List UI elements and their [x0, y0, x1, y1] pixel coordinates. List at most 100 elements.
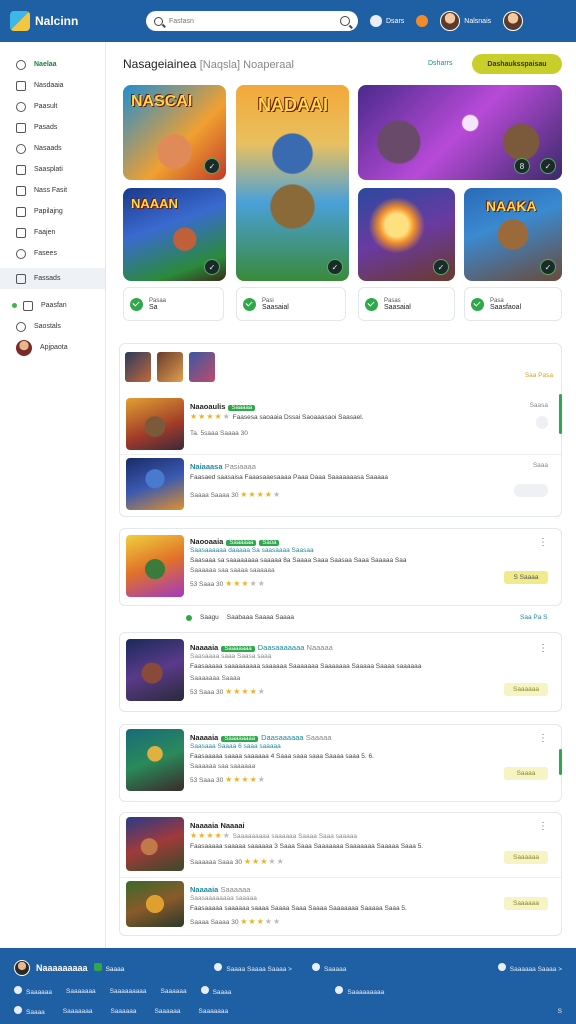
kebab-icon[interactable]: ⋮: [538, 822, 548, 832]
stat-card-3[interactable]: Pasas Saasaial: [358, 287, 455, 321]
stat-card-4[interactable]: Pasa Saasfaoal: [464, 287, 562, 321]
kebab-icon[interactable]: ⋮: [538, 734, 548, 744]
game-thumbnail: [126, 729, 184, 791]
footer-nav-3[interactable]: Saaaaaaaaa: [110, 988, 147, 995]
status-dot-icon: [186, 614, 192, 621]
kebab-icon[interactable]: ⋮: [538, 538, 548, 548]
settings-icon: [16, 321, 26, 332]
footer-nav-6[interactable]: Saaaaaaaaa: [335, 986, 384, 996]
list-group-5: Naaaaia Naaaai ★★★★★ Saaaaaaaaa saaaaaa …: [119, 812, 562, 936]
game-thumbnail: [126, 535, 184, 597]
game-thumbnail: [126, 881, 184, 927]
header-item-1[interactable]: Dsars: [370, 15, 404, 27]
profile-item[interactable]: Nalsnais: [440, 11, 491, 31]
stat-card-2[interactable]: Pasi Saasaial: [236, 287, 346, 321]
logo[interactable]: Nalcinn: [10, 11, 130, 31]
action-button[interactable]: Saaaaaa: [504, 897, 548, 910]
sidebar-item-5[interactable]: Saasplati: [0, 159, 105, 180]
check-icon: [130, 297, 143, 311]
rating-stars: ★★★★★: [190, 412, 231, 421]
sidebar-item-8[interactable]: Faajen: [0, 222, 105, 243]
list-row-3[interactable]: Naooaaia Saaaaaa Saoa Saasaaaaaa daaaaa Sa…: [126, 533, 556, 599]
sidebar-item-12[interactable]: Saostals: [0, 316, 105, 337]
mini-thumb-3[interactable]: [189, 352, 215, 382]
see-all-link[interactable]: Saa Pasa: [525, 372, 553, 379]
flag-icon: [23, 300, 33, 311]
action-button[interactable]: [514, 484, 548, 497]
action-button[interactable]: Saaaaaa: [504, 683, 548, 696]
featured-tile-5[interactable]: ✓: [358, 188, 455, 281]
list-row-4[interactable]: Naaaaia Saaaaaaa Daasaaaaaaa Naaaaa Saasaa…: [126, 639, 556, 705]
mini-thumb-2[interactable]: [157, 352, 183, 382]
list-group-1: Saa Pasa Naaoaulis Saaaaa ★★★★★ Faasesa s…: [119, 343, 562, 517]
footer-link-1[interactable]: Saaaa Saaaa Saaaa >: [214, 963, 292, 973]
notification-button[interactable]: [416, 15, 429, 27]
list-row-2[interactable]: Naiaaasa Pasiaaaa Faasaed saasaisa Faaas…: [126, 458, 556, 514]
featured-tile-2[interactable]: NADAAI ✓: [236, 85, 349, 281]
kebab-icon[interactable]: ⋮: [538, 644, 548, 654]
featured-cta-button[interactable]: Dashauksspaisau: [472, 54, 562, 74]
sidebar-item-9[interactable]: Fasees: [0, 243, 105, 264]
list-row-7[interactable]: Naaaaia Saaaaaa Saasaaaaaaaa saaaaa Faas…: [126, 881, 556, 933]
footer-bottom-3[interactable]: Saaaaaa: [110, 1008, 136, 1015]
box-icon: [16, 273, 26, 284]
user-menu-button[interactable]: [503, 11, 524, 31]
sidebar-item-10[interactable]: Fassads: [0, 268, 105, 289]
action-button[interactable]: Saaaaaa: [504, 851, 548, 864]
footer-link-3[interactable]: Saaaaaa Saaaa >: [497, 963, 562, 973]
circle-icon: [16, 101, 26, 112]
sidebar-item-11[interactable]: Paasfan: [0, 295, 105, 316]
footer-nav-2[interactable]: Saaaaaaa: [66, 988, 96, 995]
sidebar-item-6[interactable]: Nass Fasit: [0, 180, 105, 201]
list-icon: [16, 164, 26, 175]
stat-card-1[interactable]: Pasaa Sa: [123, 287, 224, 321]
see-all-link-2[interactable]: Saa Pa S: [520, 614, 547, 621]
search-input[interactable]: [169, 17, 334, 25]
footer-avatar: [14, 960, 30, 976]
footer-bottom-1[interactable]: Saaaa: [14, 1006, 45, 1016]
top-bar: Nalcinn Dsars Nalsnais: [0, 0, 576, 42]
featured-tile-3[interactable]: 8 ✓: [358, 85, 562, 180]
sidebar-item-1[interactable]: Nasdaaia: [0, 75, 105, 96]
search-bar[interactable]: [146, 11, 358, 31]
footer-bottom-2[interactable]: Saaaaaaa: [63, 1008, 93, 1015]
sidebar-item-2[interactable]: Paasult: [0, 96, 105, 117]
sidebar-item-0[interactable]: Naelaa: [0, 54, 105, 75]
tag-icon: [16, 122, 26, 133]
tile-badge-icon: ✓: [433, 259, 449, 275]
footer-nav-4[interactable]: Saaaaaa: [161, 988, 187, 995]
footer-bottom-4[interactable]: Saaaaaa: [154, 1008, 180, 1015]
tag-badge: Saaaaa: [228, 405, 256, 411]
toggle-icon[interactable]: [536, 416, 548, 429]
footer-bottom-5[interactable]: Saaaaaaa: [199, 1008, 229, 1015]
featured-tile-4[interactable]: NAAAN ✓: [123, 188, 226, 281]
list-row-1[interactable]: Naaoaulis Saaaaa ★★★★★ Faasesa saoaaia Ds…: [126, 398, 556, 454]
game-thumbnail: [126, 817, 184, 871]
search-submit-icon[interactable]: [340, 16, 350, 26]
footer: Naaaaaaaaa Saaaa Saaaa Saaaa Saaaa > Saa…: [0, 948, 576, 1024]
tile-badge-icon: ✓: [540, 259, 556, 275]
footer-link-2[interactable]: Saaaaa: [311, 963, 346, 973]
active-indicator: [559, 394, 562, 434]
sidebar-item-4[interactable]: Nasaads: [0, 138, 105, 159]
sidebar-item-13[interactable]: Apjpaota: [0, 337, 105, 358]
status-dot-icon: [12, 303, 17, 308]
list-group-2: Naooaaia Saaaaaa Saoa Saasaaaaaa daaaaa Sa…: [119, 528, 562, 606]
featured-tile-1[interactable]: NASCAI ✓: [123, 85, 226, 180]
sidebar-item-7[interactable]: Papilajng: [0, 201, 105, 222]
action-button[interactable]: Saaaa: [504, 767, 548, 780]
tile-badge-icon: 8: [514, 158, 530, 174]
mini-thumb-1[interactable]: [125, 352, 151, 382]
clock-icon: [16, 248, 26, 259]
sidebar-item-3[interactable]: Pasads: [0, 117, 105, 138]
chat-icon: [370, 15, 382, 27]
list-row-5[interactable]: Naaaaia Saaaaaaaa Daasaaaaaa Saaaaa Saasaa…: [126, 729, 556, 795]
footer-nav-5[interactable]: Saaaa: [200, 986, 231, 996]
list-row-6[interactable]: Naaaaia Naaaai ★★★★★ Saaaaaaaaa saaaaaa …: [126, 817, 556, 875]
game-thumbnail: [126, 639, 184, 701]
action-button[interactable]: S Saaaa: [504, 571, 548, 584]
featured-see-link[interactable]: Dsharrs: [428, 60, 453, 67]
featured-tile-6[interactable]: NAAKA ✓: [464, 188, 562, 281]
footer-bottom-right[interactable]: S: [558, 1008, 562, 1015]
footer-nav-1[interactable]: Saaaaaa: [14, 986, 52, 996]
